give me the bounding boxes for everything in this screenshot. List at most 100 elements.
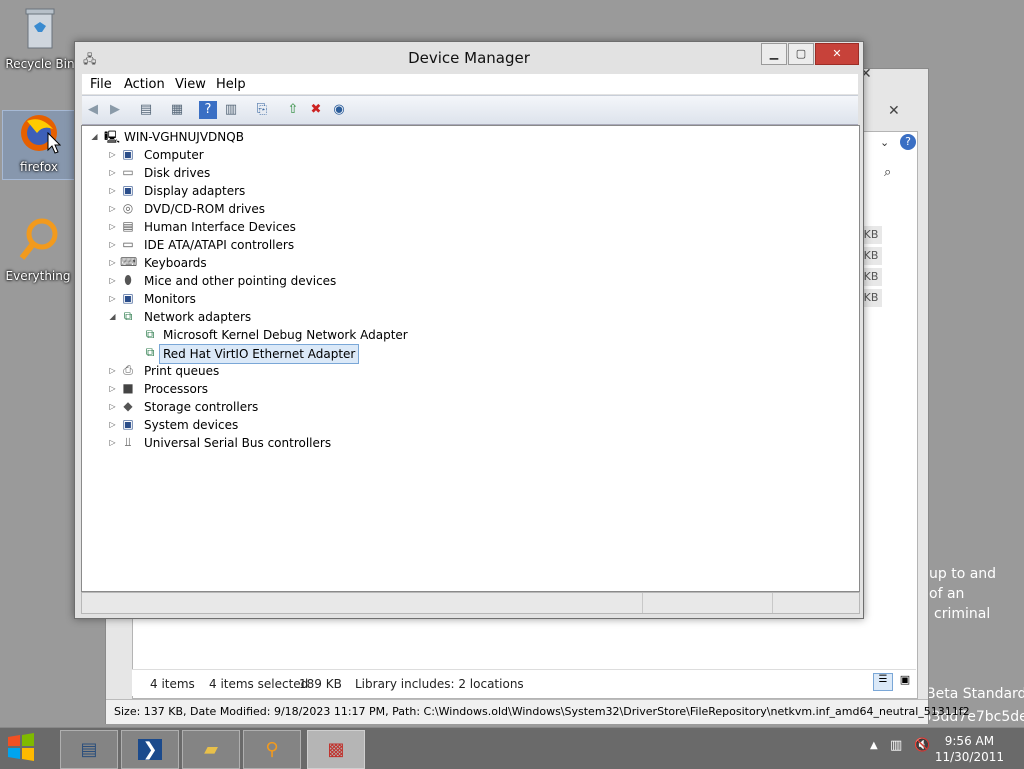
desktop-icon-everything[interactable]: Everything (2, 216, 74, 283)
toolbox-icon: ▩ (327, 739, 345, 760)
expand-arrow-icon[interactable]: ▷ (108, 380, 117, 398)
details-view-icon[interactable]: ☰ (873, 673, 893, 691)
minimize-button[interactable]: ▁ (761, 43, 787, 65)
menu-file[interactable]: File (90, 77, 112, 92)
processor-icon: ■ (122, 381, 134, 395)
clock-date: 11/30/2011 (934, 750, 1004, 764)
taskbar-powershell[interactable]: ❯ (121, 730, 179, 769)
hid-icon: ▤ (122, 219, 134, 233)
system-device-icon: ▣ (122, 417, 134, 431)
tree-item-label: Human Interface Devices (144, 220, 296, 234)
tree-item-label: Network adapters (144, 310, 252, 324)
tree-item-label-selected: Red Hat VirtIO Ethernet Adapter (159, 344, 360, 364)
storage-controller-icon: ◆ (123, 399, 133, 413)
display-adapter-icon: ▣ (122, 183, 134, 197)
details-path-bar: Size: 137 KB, Date Modified: 9/18/2023 1… (106, 699, 970, 724)
enable-device-icon[interactable]: ◉ (330, 101, 348, 119)
expand-arrow-icon[interactable]: ▷ (108, 362, 117, 380)
help-icon[interactable]: ? (199, 101, 217, 119)
maximize-button[interactable]: ▢ (788, 43, 814, 65)
expand-arrow-icon[interactable]: ▷ (108, 182, 117, 200)
search-icon[interactable]: ⌕ (884, 165, 891, 180)
controller-icon: ▭ (122, 237, 134, 251)
tree-item-label: System devices (144, 418, 239, 432)
help-icon[interactable]: ? (900, 134, 916, 150)
title-bar[interactable]: 🖧 Device Manager ▁ ▢ ✕ (75, 42, 863, 73)
toolbar: ◀ ▶ ▤ ▦ ? ▥ ⎘ ⇧ ✖ ◉ (82, 95, 858, 125)
tree-root-label: WIN-VGHNUJVDNQB (124, 130, 244, 144)
start-button[interactable] (6, 733, 46, 765)
tree-item-label: Processors (144, 382, 209, 396)
show-hide-console-tree-icon[interactable]: ▤ (137, 101, 155, 119)
forward-arrow-icon[interactable]: ▶ (106, 101, 124, 119)
tree-item-label: Microsoft Kernel Debug Network Adapter (163, 328, 408, 342)
windows-logo-icon (8, 733, 34, 761)
expand-arrow-icon[interactable]: ▷ (108, 164, 117, 182)
menu-view[interactable]: View (175, 77, 206, 92)
folder-icon: ▰ (204, 739, 218, 760)
status-bar (81, 592, 860, 614)
taskbar-server-manager[interactable]: ▤ (60, 730, 118, 769)
expand-arrow-icon[interactable]: ▷ (108, 272, 117, 290)
uninstall-device-icon[interactable]: ✖ (307, 101, 325, 119)
action-pane-icon[interactable]: ▥ (222, 101, 240, 119)
taskbar-file-explorer[interactable]: ▰ (182, 730, 240, 769)
chevron-down-icon[interactable]: ⌄ (880, 136, 889, 149)
computer-icon: ▣ (122, 147, 134, 161)
details-path-text: Size: 137 KB, Date Modified: 9/18/2023 1… (114, 705, 970, 718)
large-icons-view-icon[interactable]: ▣ (897, 673, 913, 689)
collapse-arrow-icon[interactable]: ◢ (108, 308, 117, 326)
update-driver-icon[interactable]: ⇧ (284, 101, 302, 119)
expand-arrow-icon[interactable]: ▷ (108, 434, 117, 452)
taskbar-device-manager[interactable]: ▩ (307, 730, 365, 769)
expand-arrow-icon[interactable]: ▷ (108, 218, 117, 236)
status-selected-count: 4 items selected (209, 677, 309, 691)
mouse-cursor-icon (47, 132, 61, 154)
search-everything-icon (19, 218, 58, 260)
usb-icon: ⫫ (124, 435, 132, 449)
volume-muted-icon[interactable]: 🔇 (914, 738, 930, 753)
tree-item-label: Universal Serial Bus controllers (144, 436, 332, 450)
desktop-text: criminal (934, 606, 991, 622)
expand-arrow-icon[interactable]: ▷ (108, 200, 117, 218)
tray-overflow-icon[interactable]: ▲ (870, 740, 878, 751)
scan-hardware-icon[interactable]: ⎘ (253, 101, 271, 119)
expand-arrow-icon[interactable]: ▷ (108, 254, 117, 272)
expand-arrow-icon[interactable]: ▷ (108, 146, 117, 164)
network-icon[interactable]: ▥ (890, 738, 902, 753)
close-icon[interactable]: ✕ (888, 103, 908, 121)
system-clock[interactable]: 9:56 AM 11/30/2011 (935, 733, 1004, 765)
expand-arrow-icon[interactable]: ▷ (108, 416, 117, 434)
tree-item-label: Mice and other pointing devices (144, 274, 337, 288)
device-manager-window[interactable]: 🖧 Device Manager ▁ ▢ ✕ File Action View … (74, 41, 864, 619)
expand-arrow-icon[interactable]: ▷ (108, 236, 117, 254)
taskbar-everything[interactable]: ⚲ (243, 730, 301, 769)
server-manager-icon: ▤ (80, 739, 98, 760)
status-selected-size: 189 KB (299, 677, 342, 691)
menu-bar: File Action View Help (82, 74, 858, 94)
close-button[interactable]: ✕ (815, 43, 859, 65)
network-adapter-icon: ⧉ (145, 345, 155, 359)
properties-icon[interactable]: ▦ (168, 101, 186, 119)
desktop-icon-recycle-bin[interactable]: Recycle Bin (4, 6, 76, 71)
collapse-arrow-icon[interactable]: ◢ (90, 128, 99, 146)
expand-arrow-icon[interactable]: ▷ (108, 398, 117, 416)
status-library-info: Library includes: 2 locations (355, 677, 524, 691)
tree-item-label: Storage controllers (144, 400, 259, 414)
menu-action[interactable]: Action (124, 77, 165, 92)
keyboard-icon: ⌨ (120, 255, 138, 269)
desktop-icon-label: Recycle Bin (5, 57, 75, 71)
desktop-icon-firefox[interactable]: firefox (2, 110, 76, 180)
expand-arrow-icon[interactable]: ▷ (108, 290, 117, 308)
mouse-icon: ⬮ (124, 273, 132, 287)
disk-drive-icon: ▭ (122, 165, 134, 179)
tree-item-label: Monitors (144, 292, 196, 306)
device-tree[interactable]: ◢ 🖳 WIN-VGHNUJVDNQB ▷ ▣ Computer ▷ ▭ Dis… (81, 125, 860, 592)
menu-help[interactable]: Help (216, 77, 246, 92)
desktop-text: Beta Standard (926, 686, 1024, 702)
clock-time: 9:56 AM (944, 734, 995, 748)
tree-item-label: Computer (144, 148, 204, 162)
taskbar: ▤ ❯ ▰ ⚲ ▩ ▲ ▥ 🔇 9:56 AM 11/30/2011 (0, 727, 1024, 769)
printer-icon: ⎙ (123, 363, 133, 377)
back-arrow-icon[interactable]: ◀ (84, 101, 102, 119)
